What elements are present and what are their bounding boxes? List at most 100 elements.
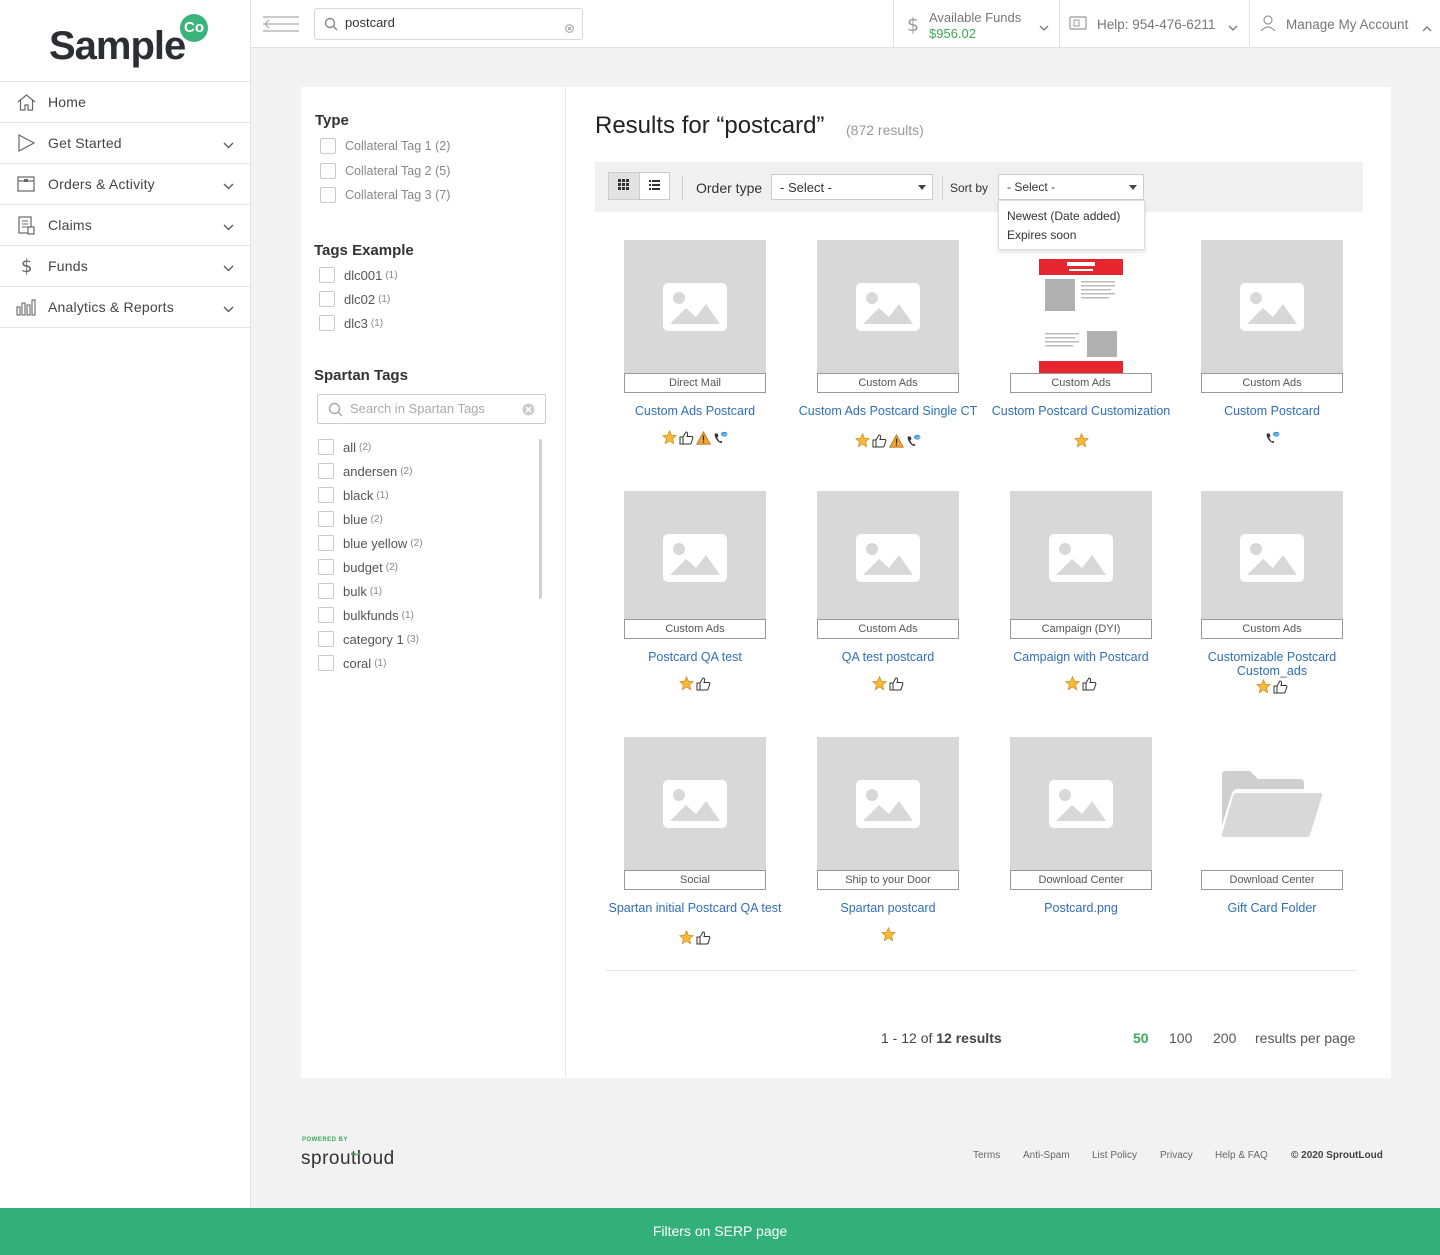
funds-value: $956.02 <box>929 26 976 41</box>
sort-by-select[interactable]: - Select - <box>998 174 1144 200</box>
image-placeholder-icon[interactable] <box>1010 491 1152 625</box>
sidebar-item-get-started[interactable]: Get Started <box>0 123 250 164</box>
grid-view-button[interactable] <box>609 173 639 199</box>
help-phone[interactable]: Help: 954-476-6211 <box>1059 0 1249 47</box>
postcard-preview[interactable] <box>1010 240 1152 374</box>
image-placeholder-icon[interactable] <box>817 737 959 871</box>
footer-link-terms[interactable]: Terms <box>973 1150 1000 1161</box>
checkbox[interactable] <box>318 583 334 599</box>
per-page-100[interactable]: 100 <box>1169 1030 1192 1046</box>
checkbox[interactable] <box>318 439 334 455</box>
card-title-link[interactable]: Custom Ads Postcard Single CT <box>797 404 979 418</box>
card-title-link[interactable]: Campaign with Postcard <box>990 650 1172 664</box>
sort-option-expires[interactable]: Expires soon <box>999 226 1144 245</box>
spartan-filter-option[interactable]: black (1) <box>318 487 389 503</box>
image-placeholder-icon[interactable] <box>624 737 766 871</box>
sidebar-item-analytics-reports[interactable]: Analytics & Reports <box>0 287 250 328</box>
help-text: Help: 954-476-6211 <box>1097 17 1216 32</box>
tags-filter-option[interactable]: dlc001 (1) <box>319 267 398 283</box>
checkbox[interactable] <box>318 631 334 647</box>
search-input[interactable] <box>345 15 555 30</box>
spartan-filter-option[interactable]: bulkfunds (1) <box>318 607 414 623</box>
card-badges: SMS <box>817 433 959 448</box>
checkbox[interactable] <box>318 511 334 527</box>
image-placeholder-icon[interactable] <box>624 491 766 625</box>
footer-link-list-policy[interactable]: List Policy <box>1092 1150 1137 1161</box>
checkbox[interactable] <box>320 162 336 179</box>
sidebar-item-home[interactable]: Home <box>0 82 250 123</box>
tags-filter-option[interactable]: dlc02 (1) <box>319 291 390 307</box>
order-type-select[interactable]: - Select - <box>771 174 933 200</box>
account-menu[interactable]: Manage My Account <box>1249 0 1440 47</box>
card-title-link[interactable]: Custom Postcard <box>1181 404 1363 418</box>
folder-icon[interactable] <box>1201 737 1343 871</box>
available-funds[interactable]: $ Available Funds $956.02 <box>893 0 1059 47</box>
card-title-link[interactable]: Postcard.png <box>990 901 1172 915</box>
caption-bar: Filters on SERP page <box>0 1208 1440 1255</box>
checkbox[interactable] <box>318 535 334 551</box>
image-placeholder-icon[interactable] <box>817 491 959 625</box>
per-page-50[interactable]: 50 <box>1133 1030 1149 1046</box>
per-page-200[interactable]: 200 <box>1213 1030 1236 1046</box>
checkbox[interactable] <box>318 607 334 623</box>
footer-link-anti-spam[interactable]: Anti-Spam <box>1023 1150 1070 1161</box>
spartan-filter-option[interactable]: coral (1) <box>318 655 386 671</box>
spartan-filter-option[interactable]: andersen (2) <box>318 463 412 479</box>
image-placeholder-icon[interactable] <box>817 240 959 374</box>
spartan-filter-option[interactable]: budget (2) <box>318 559 398 575</box>
spartan-scrollbar[interactable] <box>539 439 542 599</box>
checkbox[interactable] <box>318 655 334 671</box>
spartan-search[interactable] <box>317 394 546 424</box>
card-title-link[interactable]: Gift Card Folder <box>1181 901 1363 915</box>
sidebar-item-funds[interactable]: $ Funds <box>0 246 250 287</box>
sidebar: Sample Co Home Get Started Orders & Activi… <box>0 0 251 1208</box>
image-placeholder-icon[interactable] <box>1010 737 1152 871</box>
sidebar-item-orders-activity[interactable]: Orders & Activity <box>0 164 250 205</box>
sort-option-newest[interactable]: Newest (Date added) <box>999 207 1144 226</box>
list-view-button[interactable] <box>638 173 669 199</box>
card-type-tag: Custom Ads <box>817 619 959 639</box>
clear-search-icon[interactable] <box>522 403 535 421</box>
spartan-filter-option[interactable]: category 1 (3) <box>318 631 419 647</box>
menu-toggle-icon[interactable] <box>261 14 301 34</box>
global-search[interactable] <box>314 8 583 40</box>
card-title-link[interactable]: Spartan initial Postcard QA test <box>604 901 786 915</box>
list-icon <box>648 177 660 195</box>
type-filter-option[interactable]: Collateral Tag 2 (5) <box>320 162 450 179</box>
sidebar-item-claims[interactable]: Claims <box>0 205 250 246</box>
image-placeholder-icon[interactable] <box>1201 491 1343 625</box>
per-page-label: results per page <box>1255 1030 1356 1046</box>
card-title-link[interactable]: Custom Postcard Customization <box>990 404 1172 418</box>
logo[interactable]: Sample Co <box>0 0 250 82</box>
spartan-filter-option[interactable]: blue (2) <box>318 511 383 527</box>
checkbox[interactable] <box>318 463 334 479</box>
tags-filter-option[interactable]: dlc3 (1) <box>319 315 383 331</box>
card-title-link[interactable]: QA test postcard <box>797 650 979 664</box>
checkbox[interactable] <box>319 315 335 331</box>
checkbox[interactable] <box>318 559 334 575</box>
spartan-filter-option-count: (2) <box>410 537 423 549</box>
image-placeholder-icon[interactable] <box>624 240 766 374</box>
card-title-link[interactable]: Customizable Postcard Custom_ads <box>1181 650 1363 678</box>
spartan-filter-option-label: all <box>343 439 357 455</box>
card-title-link[interactable]: Postcard QA test <box>604 650 786 664</box>
spartan-filter-option[interactable]: blue yellow (2) <box>318 535 423 551</box>
spartan-search-input[interactable] <box>350 401 520 416</box>
checkbox[interactable] <box>318 487 334 503</box>
checkbox[interactable] <box>320 187 336 203</box>
sproutloud-logo[interactable]: sproutloud <box>301 1148 395 1170</box>
spartan-filter-option[interactable]: bulk (1) <box>318 583 382 599</box>
image-placeholder-icon[interactable] <box>1201 240 1343 374</box>
toolbar-divider <box>942 176 943 200</box>
footer-link-privacy[interactable]: Privacy <box>1160 1150 1193 1161</box>
checkbox[interactable] <box>320 138 336 154</box>
clear-search-icon[interactable] <box>565 20 574 38</box>
footer-link-help[interactable]: Help & FAQ <box>1215 1150 1268 1161</box>
checkbox[interactable] <box>319 291 335 307</box>
type-filter-option[interactable]: Collateral Tag 3 (7) <box>320 187 450 203</box>
card-title-link[interactable]: Spartan postcard <box>797 901 979 915</box>
spartan-filter-option[interactable]: all (2) <box>318 439 371 455</box>
card-title-link[interactable]: Custom Ads Postcard <box>604 404 786 418</box>
checkbox[interactable] <box>319 267 335 283</box>
type-filter-option[interactable]: Collateral Tag 1 (2) <box>320 138 450 154</box>
